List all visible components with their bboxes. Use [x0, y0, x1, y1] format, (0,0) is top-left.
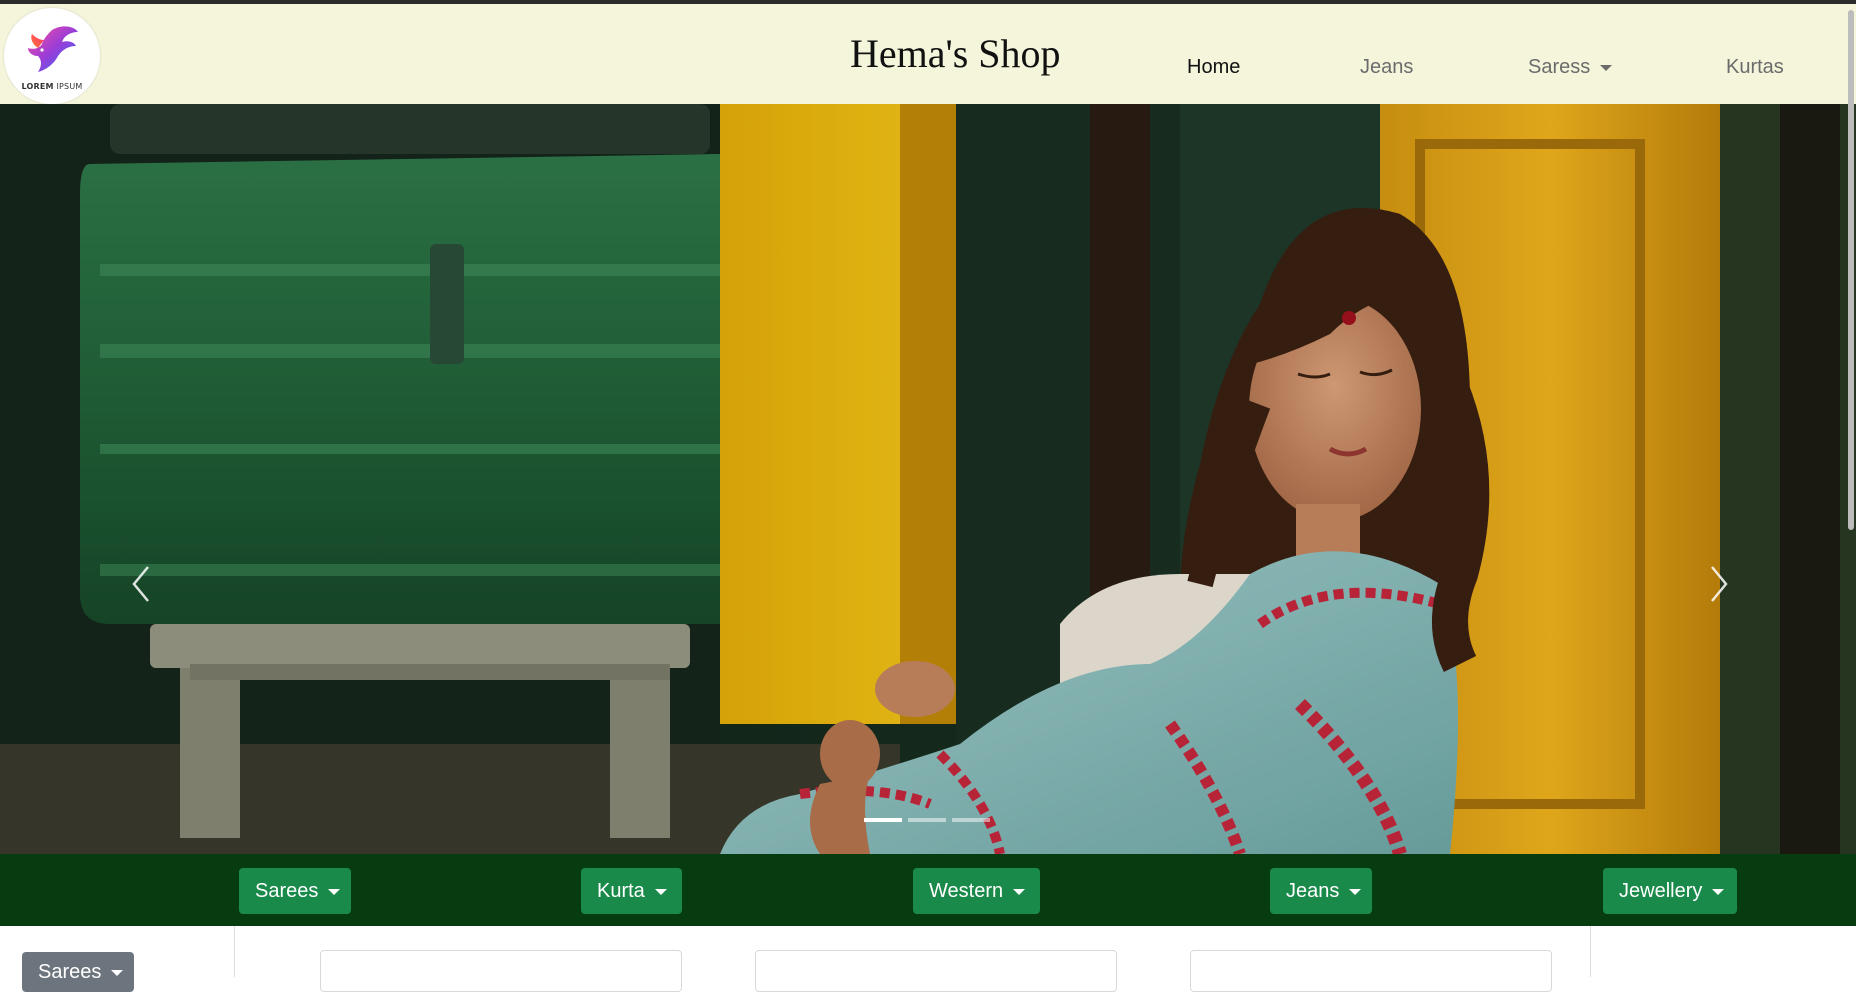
brand-logo[interactable]: LOREM IPSUM [4, 8, 100, 104]
right-divider [1590, 926, 1591, 977]
sidebar-filter-dropdown[interactable]: Sarees [22, 952, 134, 992]
sidebar-divider [234, 926, 235, 977]
product-card[interactable] [1190, 950, 1552, 992]
product-section: Sarees [0, 926, 1856, 992]
nav-link-home[interactable]: Home [1187, 56, 1240, 79]
product-card[interactable] [320, 950, 682, 992]
carousel-indicator-3[interactable] [952, 818, 990, 822]
hero-slide-image [0, 104, 1856, 854]
nav-link-jeans[interactable]: Jeans [1360, 56, 1413, 79]
category-dropdown-western[interactable]: Western [913, 868, 1040, 914]
chevron-left-icon [132, 566, 149, 602]
hero-carousel [0, 104, 1856, 854]
top-navbar: LOREM IPSUM Hema's Shop Home Jeans Sares… [0, 4, 1856, 105]
carousel-indicator-2[interactable] [908, 818, 946, 822]
category-bar: Sarees Kurta Western Jeans Jewellery [0, 854, 1856, 926]
shop-title[interactable]: Hema's Shop [850, 30, 1061, 77]
logo-text: LOREM IPSUM [21, 82, 83, 91]
caret-down-icon [1013, 888, 1026, 895]
caret-down-icon [328, 888, 341, 895]
bird-logo-icon [28, 26, 78, 72]
caret-down-icon [1600, 64, 1613, 71]
nav-link-kurtas[interactable]: Kurtas [1726, 56, 1784, 79]
category-dropdown-jeans[interactable]: Jeans [1270, 868, 1372, 914]
category-dropdown-kurta[interactable]: Kurta [581, 868, 682, 914]
category-dropdown-sarees[interactable]: Sarees [239, 868, 351, 914]
scrollbar-thumb[interactable] [1848, 10, 1854, 530]
carousel-indicator-1[interactable] [864, 818, 902, 822]
carousel-prev-button[interactable] [122, 559, 162, 609]
nav-dropdown-saress[interactable]: Saress [1528, 56, 1613, 79]
caret-down-icon [111, 969, 124, 976]
carousel-next-button[interactable] [1698, 559, 1738, 609]
category-dropdown-jewellery[interactable]: Jewellery [1603, 868, 1737, 914]
product-card[interactable] [755, 950, 1117, 992]
caret-down-icon [1349, 888, 1362, 895]
page-scrollbar[interactable] [1846, 4, 1856, 977]
chevron-right-icon [1711, 566, 1728, 602]
caret-down-icon [654, 888, 667, 895]
caret-down-icon [1712, 888, 1725, 895]
